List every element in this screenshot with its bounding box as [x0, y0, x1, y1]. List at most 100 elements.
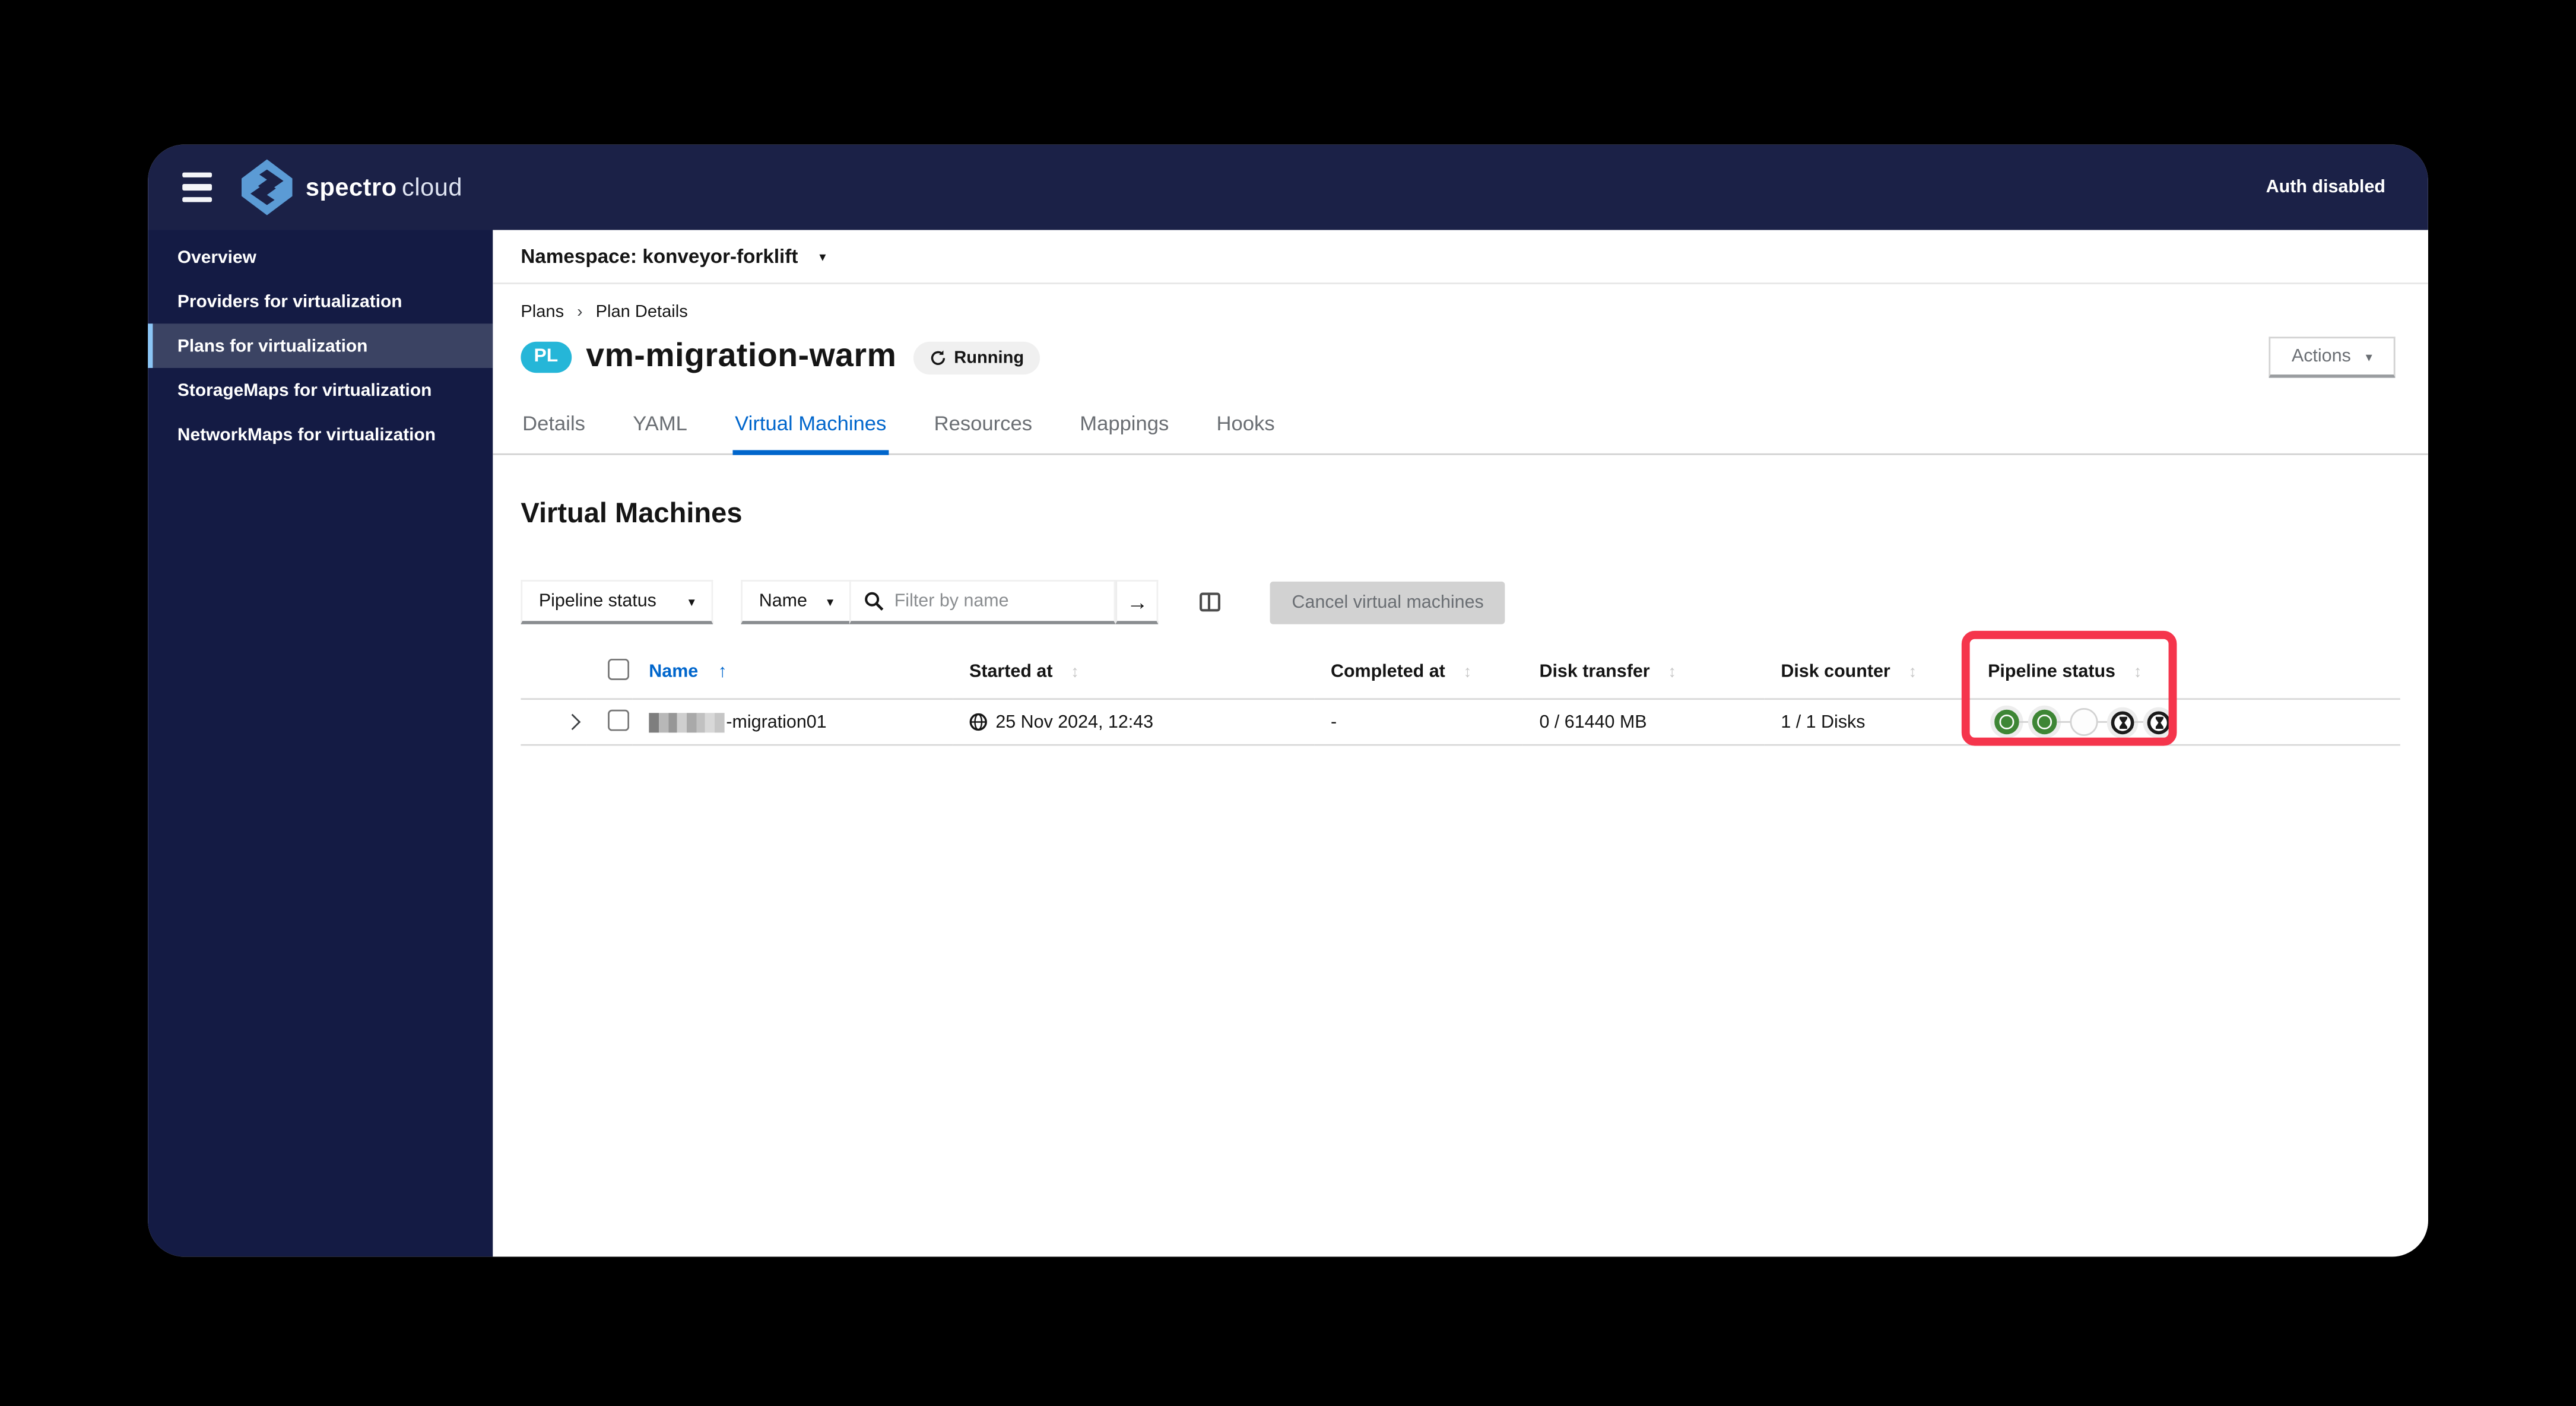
sort-ascending-icon[interactable]: ↑ — [718, 662, 727, 681]
status-label: Running — [954, 347, 1024, 367]
plan-kind-badge: PL — [521, 341, 572, 374]
column-header-started-at-label: Started at — [969, 662, 1053, 682]
hourglass-icon — [2118, 716, 2127, 728]
filter-field-label: Name — [759, 591, 807, 611]
search-box — [849, 580, 1116, 624]
row-checkbox[interactable] — [608, 709, 630, 731]
column-header-disk-counter-label: Disk counter — [1781, 662, 1890, 682]
sidebar-item-overview[interactable]: Overview — [148, 235, 493, 280]
table-row: -migration01 25 Nov 2024, 12:43 - 0 / 61… — [521, 698, 2400, 746]
pipeline-status-steps — [1988, 707, 2201, 737]
brand-name: spectro cloud — [306, 173, 462, 201]
pipeline-connector — [2098, 721, 2111, 723]
brand-secondary: cloud — [402, 173, 463, 202]
app-window: spectro cloud Auth disabled Overview Prov… — [148, 144, 2428, 1257]
pipeline-step-empty-icon — [2070, 707, 2098, 737]
section-heading: Virtual Machines — [521, 497, 743, 529]
tab-mappings[interactable]: Mappings — [1078, 402, 1170, 455]
top-bar: spectro cloud Auth disabled — [148, 144, 2428, 230]
pipeline-status-filter-select[interactable]: Pipeline status ▾ — [521, 580, 713, 624]
chevron-down-icon[interactable]: ▾ — [819, 249, 826, 264]
column-header-disk-counter[interactable]: Disk counter ↕ — [1765, 649, 1972, 699]
screenshot-stage: spectro cloud Auth disabled Overview Prov… — [0, 0, 2576, 1406]
pipeline-step-done-icon — [2032, 709, 2057, 735]
select-all-checkbox[interactable] — [608, 658, 630, 680]
vm-name-label: -migration01 — [726, 712, 827, 732]
auth-status-label: Auth disabled — [2266, 177, 2385, 198]
tab-resources[interactable]: Resources — [932, 402, 1034, 455]
tab-yaml[interactable]: YAML — [631, 402, 689, 455]
filters-toolbar: Pipeline status ▾ Name ▾ Filter by name … — [521, 580, 2400, 624]
manage-columns-button[interactable] — [1200, 591, 1222, 612]
search-input[interactable] — [894, 591, 1076, 611]
started-at-value: 25 Nov 2024, 12:43 — [995, 712, 1154, 732]
sync-icon — [930, 350, 945, 364]
sort-icon[interactable]: ↕ — [2134, 664, 2142, 681]
hamburger-menu-icon[interactable] — [176, 169, 218, 205]
column-header-started-at[interactable]: Started at ↕ — [953, 649, 1314, 699]
sort-icon[interactable]: ↕ — [1668, 664, 1676, 681]
hourglass-icon — [2155, 716, 2163, 728]
pipeline-connector — [2134, 721, 2147, 723]
spectro-cloud-logo-icon — [242, 159, 293, 215]
column-header-completed-at[interactable]: Completed at ↕ — [1314, 649, 1523, 699]
actions-button-label: Actions — [2291, 347, 2351, 367]
sidebar-item-plans[interactable]: Plans for virtualization — [148, 323, 493, 369]
pipeline-status-filter-label: Pipeline status — [538, 591, 656, 611]
started-at-cell: 25 Nov 2024, 12:43 — [969, 712, 1314, 732]
filter-field-select[interactable]: Name ▾ — [741, 580, 850, 624]
tab-hooks[interactable]: Hooks — [1215, 402, 1277, 455]
chevron-down-icon: ▾ — [827, 593, 834, 609]
sort-icon[interactable]: ↕ — [1463, 664, 1471, 681]
sidebar-item-providers[interactable]: Providers for virtualization — [148, 280, 493, 324]
cancel-virtual-machines-button[interactable]: Cancel virtual machines — [1270, 580, 1505, 624]
completed-at-value: - — [1330, 712, 1337, 732]
sidebar-item-storagemaps[interactable]: StorageMaps for virtualization — [148, 368, 493, 412]
breadcrumb: Plans › Plan Details — [521, 302, 2395, 322]
status-badge: Running — [913, 341, 1040, 374]
sidebar-nav: Overview Providers for virtualization Pl… — [148, 230, 493, 1257]
column-header-name[interactable]: Name ↑ — [633, 649, 953, 699]
virtual-machines-table: Name ↑ Started at ↕ Completed at ↕ Disk … — [521, 649, 2400, 746]
apply-filter-button[interactable]: → — [1116, 580, 1159, 624]
redacted-name-prefix — [649, 712, 725, 732]
column-header-disk-transfer[interactable]: Disk transfer ↕ — [1523, 649, 1765, 699]
page-title: vm-migration-warm — [586, 338, 897, 375]
pipeline-step-done-icon — [1994, 709, 2019, 735]
tab-virtual-machines[interactable]: Virtual Machines — [733, 402, 889, 455]
namespace-selector[interactable]: Namespace: konveyor-forklift — [521, 245, 798, 268]
tab-details[interactable]: Details — [521, 402, 586, 455]
breadcrumb-plans[interactable]: Plans — [521, 302, 564, 322]
search-icon — [865, 592, 884, 611]
sidebar-item-networkmaps[interactable]: NetworkMaps for virtualization — [148, 412, 493, 457]
main-content: Namespace: konveyor-forklift ▾ Plans › P… — [493, 230, 2428, 1257]
pipeline-step-pending-icon — [2111, 710, 2134, 734]
table-header-row: Name ↑ Started at ↕ Completed at ↕ Disk … — [521, 649, 2400, 699]
column-header-pipeline-status[interactable]: Pipeline status ↕ — [1971, 649, 2201, 699]
chevron-down-icon: ▾ — [688, 593, 695, 609]
search-filter-group: Name ▾ → — [741, 580, 1159, 624]
tab-bar: Details YAML Virtual Machines Resources … — [493, 402, 2428, 455]
brand-primary: spectro — [305, 173, 397, 202]
vm-name-cell[interactable]: -migration01 — [649, 712, 953, 732]
sort-icon[interactable]: ↕ — [1071, 664, 1079, 681]
breadcrumb-chevron-icon: › — [577, 303, 583, 322]
columns-icon — [1200, 592, 1222, 612]
pipeline-connector — [2057, 721, 2070, 723]
globe-icon — [969, 713, 987, 731]
disk-counter-value: 1 / 1 Disks — [1781, 712, 1866, 732]
column-header-pipeline-status-label: Pipeline status — [1988, 662, 2116, 682]
actions-button[interactable]: Actions ▾ — [2269, 337, 2396, 378]
arrow-right-icon: → — [1127, 589, 1149, 614]
expand-row-chevron-icon[interactable] — [564, 713, 581, 729]
disk-transfer-value: 0 / 61440 MB — [1539, 712, 1647, 732]
namespace-bar: Namespace: konveyor-forklift ▾ — [493, 230, 2428, 284]
brand-logo: spectro cloud — [242, 159, 462, 215]
sort-icon[interactable]: ↕ — [1908, 664, 1917, 681]
column-header-completed-at-label: Completed at — [1330, 662, 1445, 682]
chevron-down-icon: ▾ — [2365, 349, 2372, 364]
column-header-name-label: Name — [649, 662, 699, 682]
breadcrumb-plan-details: Plan Details — [595, 302, 688, 322]
pipeline-connector — [2019, 721, 2032, 723]
pipeline-step-pending-icon — [2147, 710, 2171, 734]
